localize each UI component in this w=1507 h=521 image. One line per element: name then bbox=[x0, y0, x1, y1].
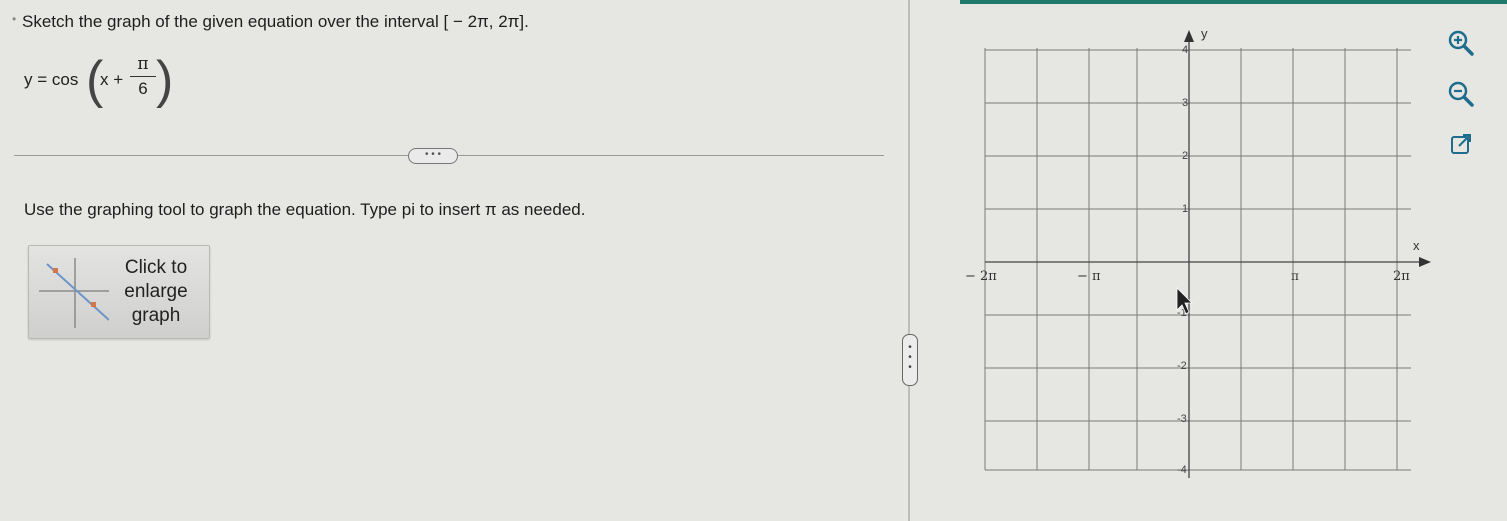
fraction-denominator: 6 bbox=[138, 79, 148, 98]
x-tick-label: π bbox=[1291, 269, 1299, 283]
y-tick-labels: 4 3 2 1 -1 -2 -3 -4 bbox=[1177, 44, 1188, 476]
enlarge-label-line-1: Click to bbox=[124, 257, 188, 278]
external-link-icon bbox=[1451, 134, 1471, 154]
y-axis: y bbox=[1184, 26, 1208, 478]
right-paren: ) bbox=[156, 51, 174, 109]
x-axis-arrow bbox=[1419, 257, 1431, 267]
enlarge-label-line-2: enlarge bbox=[124, 281, 188, 302]
x-tick-label: − π bbox=[1077, 269, 1101, 284]
x-tick-label: − 2π bbox=[965, 269, 997, 284]
top-accent-bar bbox=[960, 0, 1507, 4]
y-tick-label: 4 bbox=[1182, 44, 1188, 56]
graph-thumbnail-icon bbox=[39, 258, 109, 328]
y-tick-label: 3 bbox=[1182, 97, 1188, 109]
y-tick-label: 1 bbox=[1182, 203, 1188, 215]
x-axis: x bbox=[985, 238, 1431, 267]
pane-splitter[interactable] bbox=[908, 0, 910, 521]
question-pane: • Sketch the graph of the given equation… bbox=[0, 0, 905, 521]
graphing-grid[interactable]: x y − 2π − π π 2π 4 3 2 1 -1 -2 -3 -4 bbox=[955, 18, 1435, 478]
y-tick-label: 2 bbox=[1182, 150, 1188, 162]
enlarge-label: Click to enlarge graph bbox=[109, 256, 203, 328]
graph-instruction: Use the graphing tool to graph the equat… bbox=[24, 200, 586, 219]
instruction-text: Sketch the graph of the given equation o… bbox=[22, 12, 529, 31]
splitter-handle[interactable]: • • • bbox=[902, 334, 918, 386]
equation-lhs: y = cos bbox=[24, 70, 79, 89]
equation-inner: x + bbox=[100, 70, 124, 89]
fraction: π 6 bbox=[130, 54, 156, 99]
y-axis-label: y bbox=[1201, 26, 1208, 41]
fraction-numerator: π bbox=[137, 54, 149, 74]
zoom-in-icon bbox=[1448, 30, 1474, 56]
x-tick-labels: − 2π − π π 2π bbox=[965, 269, 1410, 284]
zoom-out-button[interactable] bbox=[1446, 79, 1476, 109]
y-tick-label: -2 bbox=[1177, 360, 1187, 372]
grid-lines bbox=[984, 48, 1411, 471]
y-tick-label: -4 bbox=[1177, 464, 1187, 476]
collapse-button[interactable]: • • • bbox=[408, 148, 458, 164]
problem-instruction: • Sketch the graph of the given equation… bbox=[12, 12, 529, 32]
y-tick-label: -3 bbox=[1177, 413, 1187, 425]
splitter-dot: • bbox=[908, 362, 912, 373]
zoom-in-button[interactable] bbox=[1446, 28, 1476, 58]
x-tick-label: 2π bbox=[1393, 269, 1410, 284]
zoom-out-icon bbox=[1448, 81, 1474, 107]
bullet-mark: • bbox=[12, 12, 17, 26]
fraction-bar bbox=[130, 76, 156, 77]
y-axis-arrow bbox=[1184, 30, 1194, 42]
enlarge-graph-button[interactable]: Click to enlarge graph bbox=[28, 245, 210, 339]
enlarge-label-line-3: graph bbox=[131, 305, 181, 326]
x-axis-label: x bbox=[1413, 238, 1420, 253]
popout-button[interactable] bbox=[1446, 129, 1476, 159]
